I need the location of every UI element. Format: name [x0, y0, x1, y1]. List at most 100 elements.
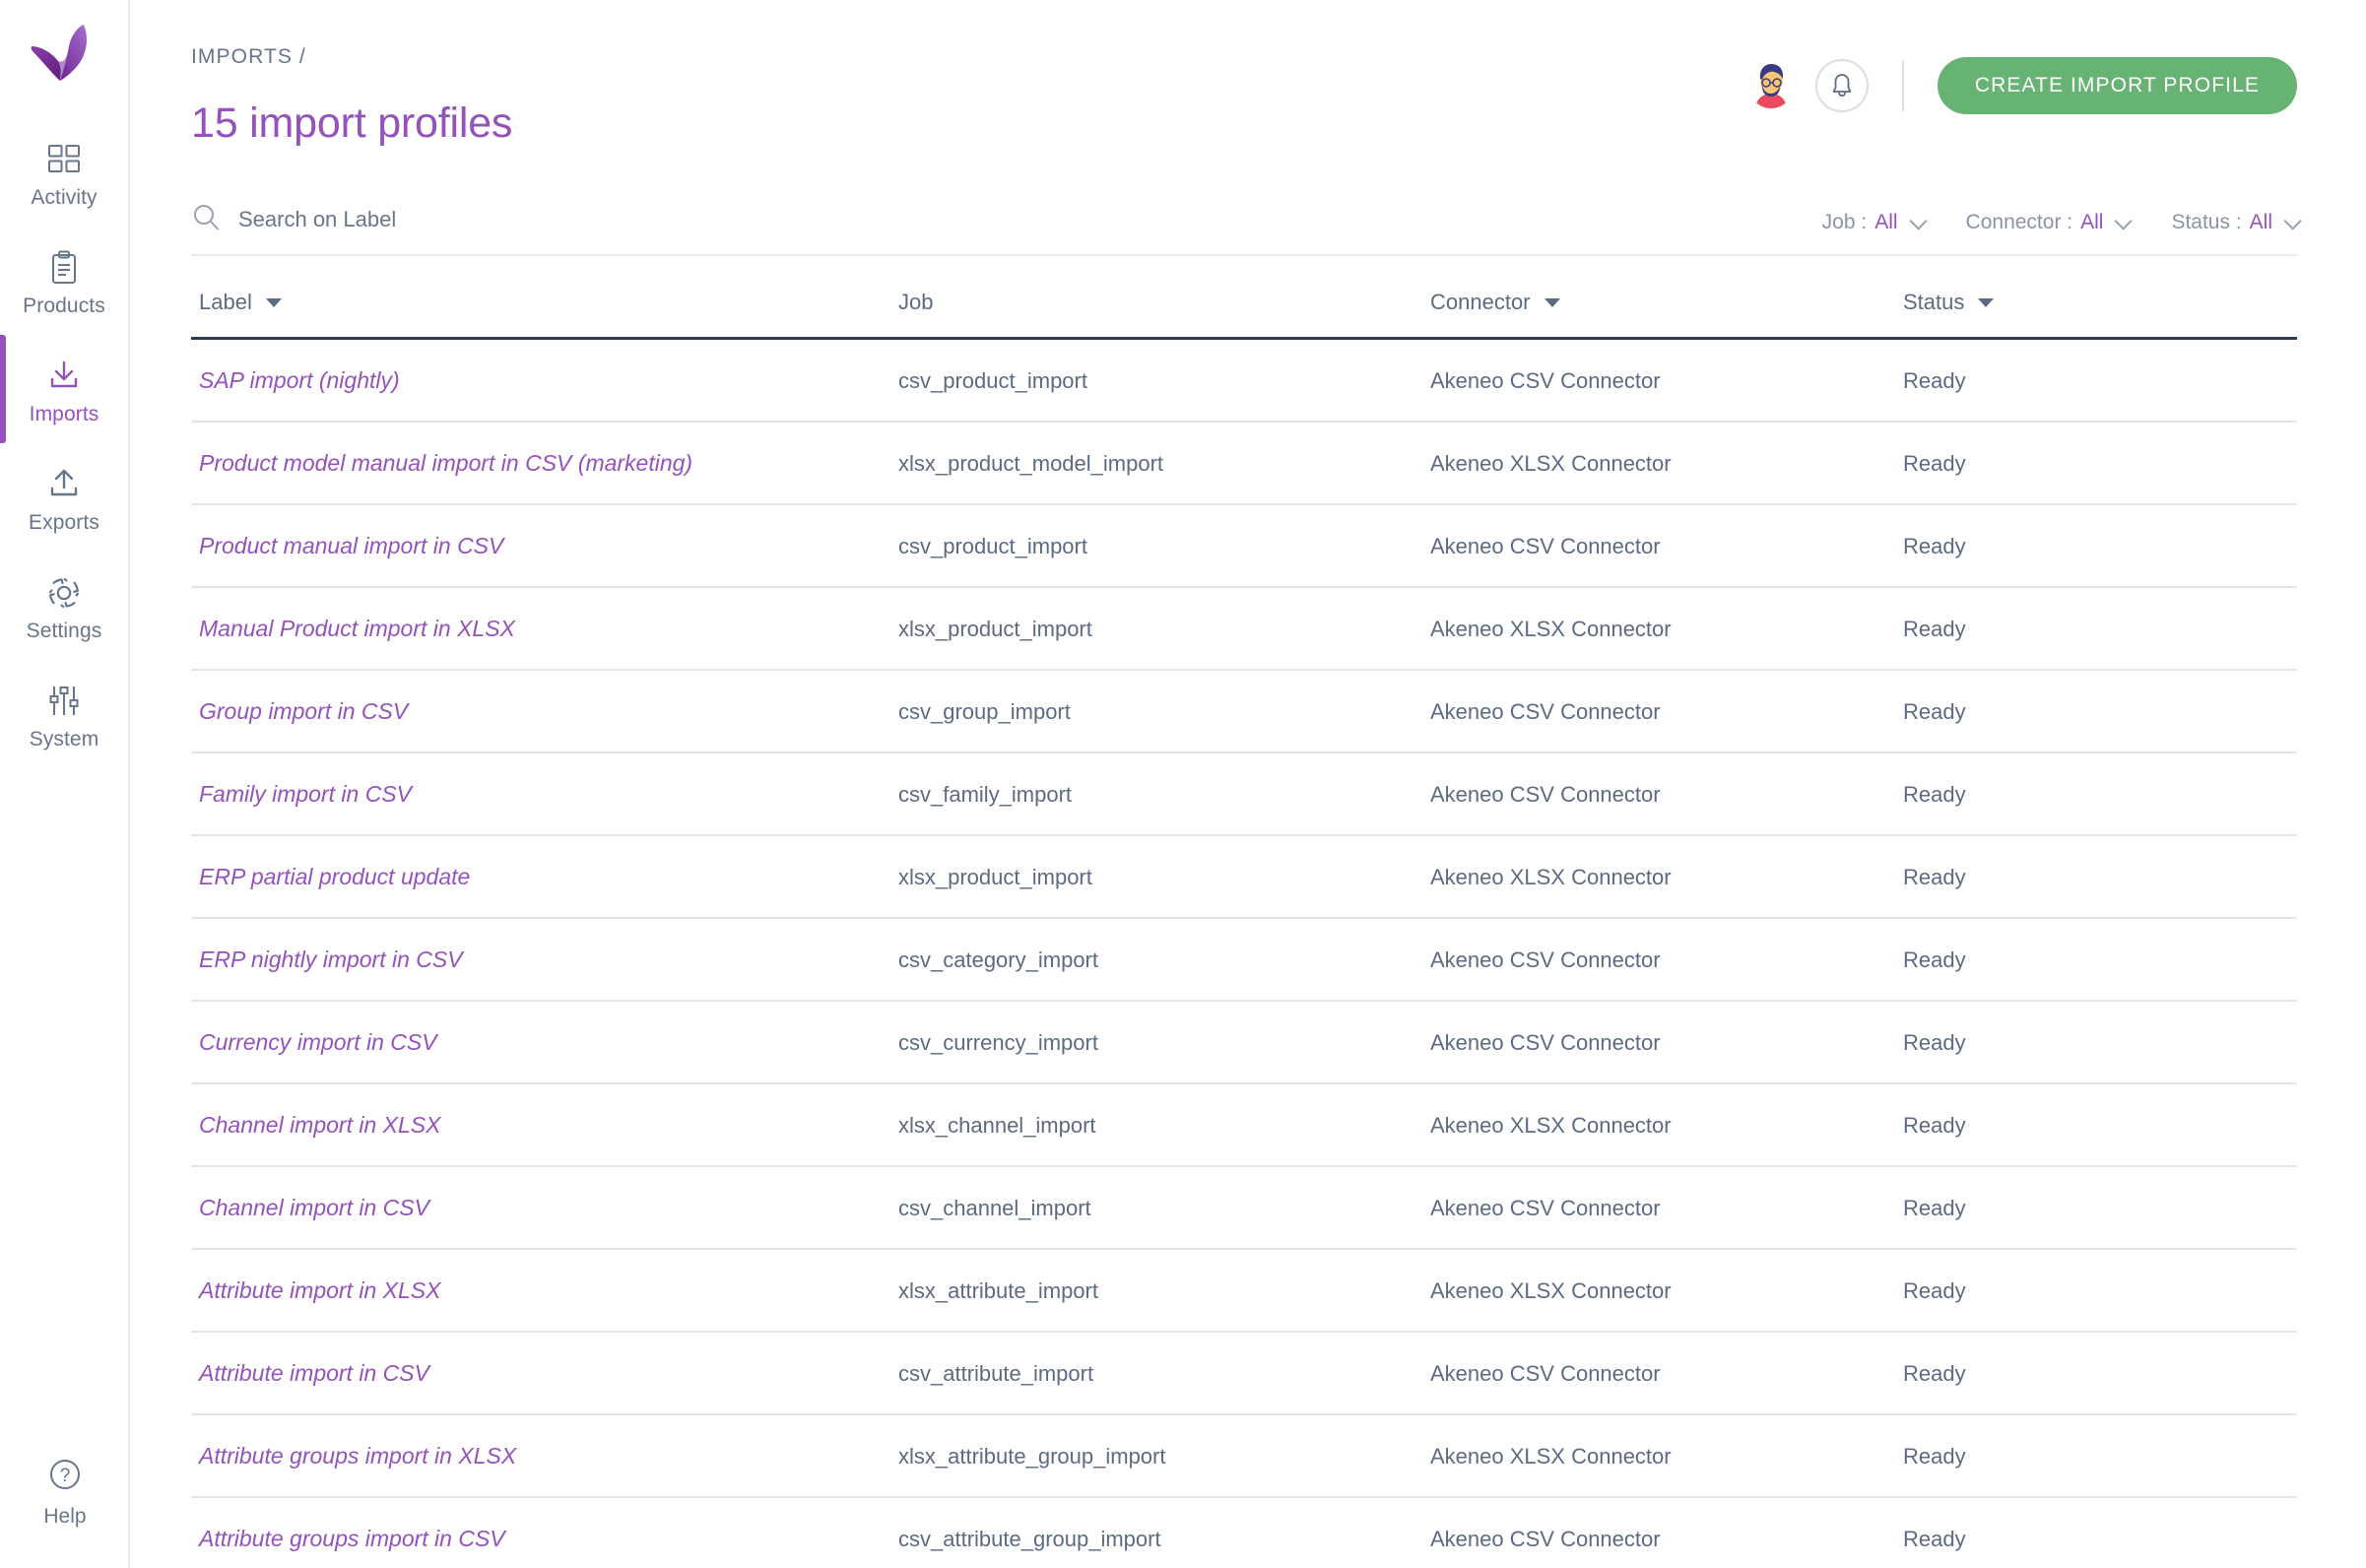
table-head: Label Job Connector Status — [191, 290, 2297, 341]
table-row[interactable]: SAP import (nightly) csv_product_import Ak… — [191, 338, 2297, 424]
cell-status: Ready — [1903, 338, 2297, 424]
question-circle-icon: ? — [46, 1456, 84, 1498]
cell-status: Ready — [1903, 1414, 2297, 1499]
sort-caret-icon — [1978, 297, 1995, 307]
cell-label: SAP import (nightly) — [191, 338, 898, 424]
cell-connector: Akeneo CSV Connector — [1430, 752, 1903, 837]
import-profile-link[interactable]: Attribute import in XLSX — [199, 1277, 440, 1303]
import-profile-link[interactable]: Product manual import in CSV — [199, 533, 503, 558]
table-row[interactable]: Attribute import in CSV csv_attribute_imp… — [191, 1332, 2297, 1416]
import-profile-link[interactable]: Channel import in CSV — [199, 1195, 429, 1220]
sidebar-item-settings[interactable]: Settings — [0, 552, 129, 660]
import-profile-link[interactable]: Attribute groups import in XLSX — [199, 1443, 516, 1469]
cell-connector: Akeneo XLSX Connector — [1430, 1414, 1903, 1499]
main-sidebar: Activity Products Imports Exports Settin… — [0, 0, 130, 1568]
table-row[interactable]: Attribute import in XLSX xlsx_attribute_i… — [191, 1249, 2297, 1334]
column-header-label[interactable]: Label — [191, 290, 898, 341]
cell-label: Attribute groups import in XLSX — [191, 1414, 898, 1499]
clipboard-icon — [46, 246, 82, 290]
cell-job: xlsx_product_import — [898, 835, 1430, 920]
column-header-job[interactable]: Job — [898, 290, 1430, 341]
cell-connector: Akeneo CSV Connector — [1430, 504, 1903, 589]
table-row[interactable]: Group import in CSV csv_group_import Akene… — [191, 670, 2297, 754]
table-row[interactable]: Product model manual import in CSV (mark… — [191, 422, 2297, 506]
search-and-filters: Job : All Connector : All Status : All — [191, 202, 2302, 257]
cell-label: ERP nightly import in CSV — [191, 918, 898, 1003]
sidebar-item-label: Products — [23, 294, 105, 317]
import-profile-link[interactable]: Product model manual import in CSV (mark… — [199, 450, 692, 476]
sidebar-item-system[interactable]: System — [0, 660, 129, 768]
filter-connector[interactable]: Connector : All — [1966, 211, 2134, 234]
search-input[interactable] — [238, 204, 829, 234]
cell-label: Manual Product import in XLSX — [191, 587, 898, 672]
cell-connector: Akeneo XLSX Connector — [1430, 587, 1903, 672]
cell-job: csv_product_import — [898, 504, 1430, 589]
table-row[interactable]: Channel import in XLSX xlsx_channel_impor… — [191, 1083, 2297, 1168]
sidebar-item-imports[interactable]: Imports — [0, 335, 129, 443]
import-profile-link[interactable]: ERP partial product update — [199, 864, 470, 889]
filter-connector-value: All — [2080, 211, 2104, 234]
import-profile-link[interactable]: Channel import in XLSX — [199, 1112, 440, 1138]
cell-connector: Akeneo XLSX Connector — [1430, 1083, 1903, 1168]
import-profile-link[interactable]: Attribute groups import in CSV — [199, 1526, 505, 1551]
header-divider — [1901, 60, 1904, 111]
table-row[interactable]: Attribute groups import in CSV csv_attrib… — [191, 1497, 2297, 1568]
cell-status: Ready — [1903, 587, 2297, 672]
table-row[interactable]: ERP partial product update xlsx_product_i… — [191, 835, 2297, 920]
cell-status: Ready — [1903, 918, 2297, 1003]
avatar-image — [1747, 63, 1794, 108]
create-import-profile-button[interactable]: CREATE IMPORT PROFILE — [1937, 57, 2297, 114]
sliders-icon — [45, 680, 83, 723]
download-icon — [45, 355, 83, 398]
sidebar-item-label: Exports — [29, 510, 99, 534]
upload-icon — [45, 463, 83, 506]
import-profile-link[interactable]: Currency import in CSV — [199, 1029, 437, 1055]
cell-job: xlsx_attribute_group_import — [898, 1414, 1430, 1499]
import-profile-link[interactable]: ERP nightly import in CSV — [199, 947, 463, 972]
import-profile-link[interactable]: Attribute import in CSV — [199, 1360, 429, 1386]
sidebar-item-help[interactable]: ? Help — [0, 1456, 130, 1529]
cell-status: Ready — [1903, 422, 2297, 506]
cell-connector: Akeneo CSV Connector — [1430, 1166, 1903, 1251]
import-profile-link[interactable]: Group import in CSV — [199, 698, 408, 724]
sidebar-nav-list: Activity Products Imports Exports Settin… — [0, 118, 129, 768]
search-box — [191, 202, 1822, 236]
cell-job: xlsx_channel_import — [898, 1083, 1430, 1168]
table-row[interactable]: Attribute groups import in XLSX xlsx_attr… — [191, 1414, 2297, 1499]
cell-job: csv_currency_import — [898, 1001, 1430, 1085]
table-row[interactable]: Channel import in CSV csv_channel_import A… — [191, 1166, 2297, 1251]
table-row[interactable]: ERP nightly import in CSV csv_category_im… — [191, 918, 2297, 1003]
table-row[interactable]: Manual Product import in XLSX xlsx_produc… — [191, 587, 2297, 672]
table-row[interactable]: Family import in CSV csv_family_import Ake… — [191, 752, 2297, 837]
page-header: IMPORTS / 15 import profiles CREATE IMPO… — [191, 0, 2297, 147]
notifications-button[interactable] — [1814, 59, 1869, 112]
gear-icon — [45, 571, 83, 615]
cell-label: Group import in CSV — [191, 670, 898, 754]
filter-status[interactable]: Status : All — [2171, 211, 2302, 234]
import-profile-link[interactable]: SAP import (nightly) — [199, 367, 400, 393]
cell-connector: Akeneo XLSX Connector — [1430, 835, 1903, 920]
sidebar-item-exports[interactable]: Exports — [0, 443, 129, 552]
cell-job: csv_channel_import — [898, 1166, 1430, 1251]
filter-job-label: Job : — [1821, 211, 1868, 234]
cell-status: Ready — [1903, 670, 2297, 754]
table-row[interactable]: Currency import in CSV csv_currency_impor… — [191, 1001, 2297, 1085]
sidebar-item-products[interactable]: Products — [0, 227, 129, 335]
filter-job[interactable]: Job : All — [1821, 211, 1928, 234]
import-profile-link[interactable]: Family import in CSV — [199, 781, 412, 807]
column-header-label-text: Label — [199, 290, 252, 315]
table-row[interactable]: Product manual import in CSV csv_product_… — [191, 504, 2297, 589]
filter-group: Job : All Connector : All Status : All — [1821, 211, 2302, 236]
breadcrumb[interactable]: IMPORTS / — [191, 45, 512, 69]
column-header-status[interactable]: Status — [1903, 290, 2297, 341]
akeneo-logo[interactable] — [0, 18, 129, 89]
sidebar-item-label: Activity — [31, 185, 98, 209]
sort-caret-icon — [1544, 297, 1560, 307]
filter-status-value: All — [2249, 211, 2272, 234]
filter-job-value: All — [1874, 211, 1898, 234]
column-header-connector[interactable]: Connector — [1430, 290, 1903, 341]
sidebar-item-activity[interactable]: Activity — [0, 118, 129, 227]
user-avatar[interactable] — [1747, 63, 1794, 108]
import-profile-link[interactable]: Manual Product import in XLSX — [199, 616, 515, 641]
cell-connector: Akeneo CSV Connector — [1430, 670, 1903, 754]
